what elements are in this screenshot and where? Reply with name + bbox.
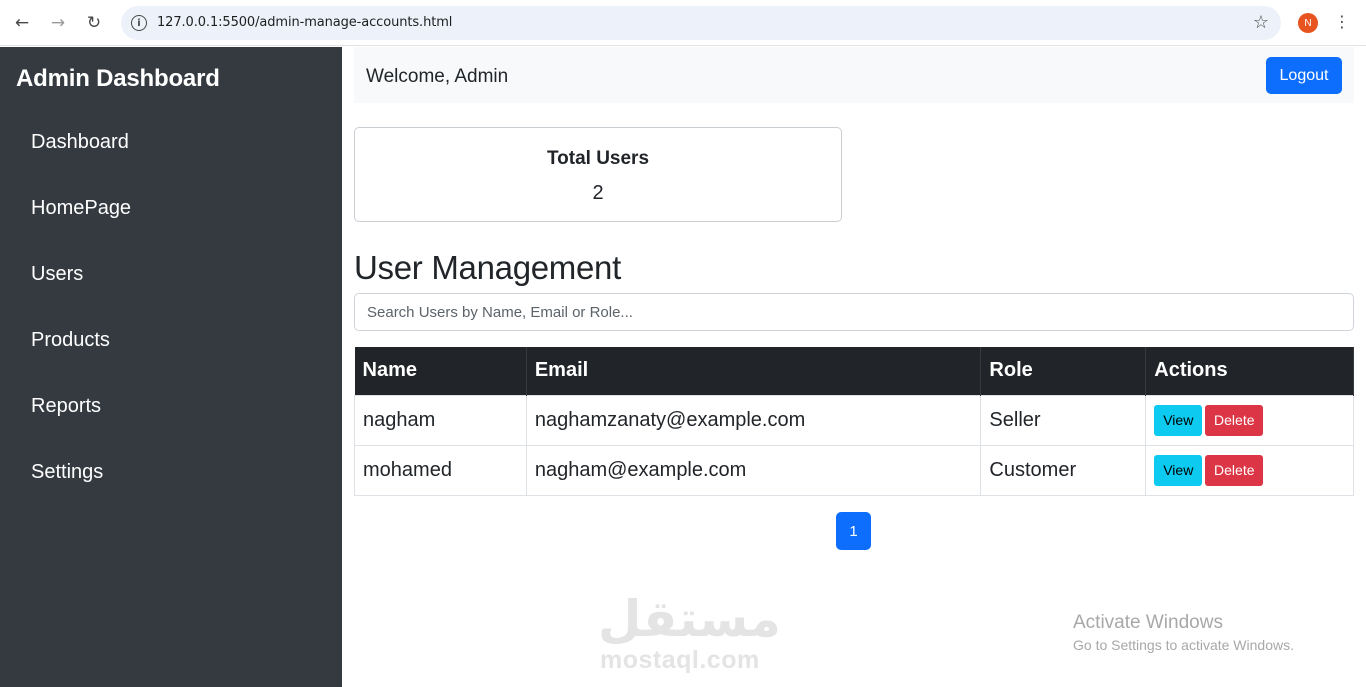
top-navbar: Welcome, Admin Logout xyxy=(354,47,1354,103)
total-users-label: Total Users xyxy=(546,148,650,169)
total-users-value: 2 xyxy=(592,182,604,204)
sidebar-item-homepage[interactable]: HomePage xyxy=(31,197,131,220)
back-arrow-icon[interactable]: ← xyxy=(10,11,34,35)
activate-windows-subtitle: Go to Settings to activate Windows. xyxy=(1073,637,1294,653)
view-button[interactable]: View xyxy=(1154,454,1203,486)
delete-button[interactable]: Delete xyxy=(1205,404,1264,436)
pagination-page-button[interactable]: 1 xyxy=(836,512,871,550)
delete-button[interactable]: Delete xyxy=(1205,454,1264,486)
url-text[interactable]: 127.0.0.1:5500/admin-manage-accounts.htm… xyxy=(157,15,452,30)
cell-actions: View Delete xyxy=(1145,394,1354,446)
address-bar[interactable]: i 127.0.0.1:5500/admin-manage-accounts.h… xyxy=(121,6,1281,40)
cell-email: naghamzanaty@example.com xyxy=(525,394,982,446)
sidebar-item-reports[interactable]: Reports xyxy=(31,395,101,418)
cell-role: Customer xyxy=(980,444,1147,496)
table-row: mohamed nagham@example.com Customer View… xyxy=(354,444,1354,496)
browser-toolbar: ← → ↻ i 127.0.0.1:5500/admin-manage-acco… xyxy=(0,0,1366,46)
profile-avatar[interactable]: N xyxy=(1298,13,1318,33)
forward-arrow-icon[interactable]: → xyxy=(46,11,70,35)
page-title: User Management xyxy=(354,249,621,286)
cell-actions: View Delete xyxy=(1145,444,1354,496)
welcome-text: Welcome, Admin xyxy=(366,66,509,87)
header-actions: Actions xyxy=(1145,347,1354,395)
sidebar: Admin Dashboard Dashboard HomePage Users… xyxy=(0,47,342,687)
header-name: Name xyxy=(354,347,527,395)
cell-email: nagham@example.com xyxy=(525,444,982,496)
sidebar-item-products[interactable]: Products xyxy=(31,329,110,352)
logout-button[interactable]: Logout xyxy=(1266,57,1342,94)
reload-icon[interactable]: ↻ xyxy=(82,11,106,35)
search-input[interactable] xyxy=(354,293,1354,331)
sidebar-item-dashboard[interactable]: Dashboard xyxy=(31,131,129,154)
table-row: nagham naghamzanaty@example.com Seller V… xyxy=(354,394,1354,446)
bookmark-star-icon[interactable]: ☆ xyxy=(1253,12,1269,33)
total-users-card: Total Users 2 xyxy=(354,127,842,222)
header-email: Email xyxy=(526,347,982,395)
site-info-icon[interactable]: i xyxy=(131,15,147,31)
cell-name: nagham xyxy=(354,394,527,446)
users-table: Name Email Role Actions nagham naghamzan… xyxy=(354,347,1354,496)
header-role: Role xyxy=(980,347,1147,395)
watermark-logo-text: mostaql.com xyxy=(600,646,760,674)
table-header-row: Name Email Role Actions xyxy=(354,347,1354,395)
view-button[interactable]: View xyxy=(1154,404,1203,436)
sidebar-item-users[interactable]: Users xyxy=(31,263,83,286)
activate-windows-title: Activate Windows xyxy=(1073,612,1223,633)
cell-role: Seller xyxy=(980,394,1147,446)
cell-name: mohamed xyxy=(354,444,527,496)
sidebar-item-settings[interactable]: Settings xyxy=(31,461,103,484)
sidebar-title: Admin Dashboard xyxy=(16,65,220,92)
watermark-logo-arabic: مستقل xyxy=(598,590,781,648)
menu-kebab-icon[interactable]: ⋮ xyxy=(1334,12,1350,31)
